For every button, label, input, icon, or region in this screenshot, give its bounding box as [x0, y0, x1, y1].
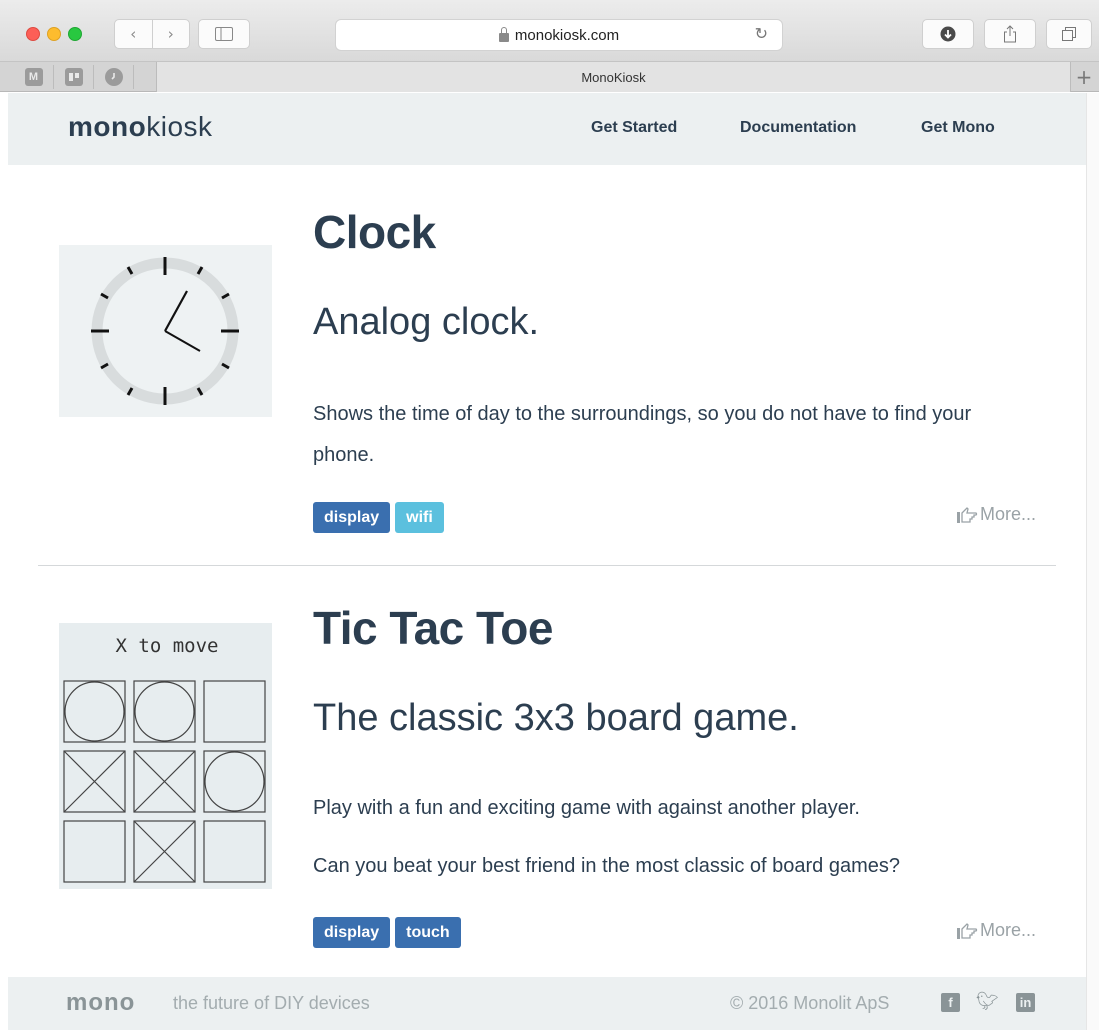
- site-logo[interactable]: monokiosk: [68, 111, 213, 143]
- tabs-overview-icon: [1062, 27, 1076, 41]
- gmail-icon: M: [24, 68, 43, 86]
- board-mark-x: [133, 820, 196, 883]
- tag-touch[interactable]: touch: [395, 917, 461, 948]
- address-url: monokiosk.com: [514, 26, 620, 44]
- board-cell: [63, 820, 126, 883]
- window-minimize-button[interactable]: [47, 27, 61, 41]
- share-button[interactable]: [984, 19, 1036, 49]
- pointing-hand-icon: [956, 922, 978, 939]
- tab-monokiosk[interactable]: MonoKiosk: [156, 62, 1071, 92]
- twitter-icon[interactable]: 🐦︎: [976, 991, 999, 1012]
- downloads-button[interactable]: [922, 19, 974, 49]
- more-label: More...: [979, 504, 1036, 524]
- board-mark-o: [204, 751, 265, 812]
- tag-list: display touch: [313, 917, 461, 948]
- site-navbar: monokiosk Get Started Documentation Get …: [8, 93, 1086, 165]
- app-description: Play with a fun and exciting game with a…: [313, 788, 1033, 887]
- board-mark-o: [64, 681, 125, 742]
- nav-get-started[interactable]: Get Started: [591, 119, 677, 137]
- share-icon: [1004, 25, 1016, 43]
- nav-documentation[interactable]: Documentation: [740, 119, 856, 137]
- footer-copyright: © 2016 Monolit ApS: [730, 993, 890, 1013]
- forward-button[interactable]: ›: [151, 20, 190, 48]
- facebook-icon[interactable]: f: [941, 993, 960, 1012]
- sidebar-icon: [215, 27, 233, 41]
- board-mark-x: [133, 750, 196, 813]
- more-label: More...: [979, 920, 1036, 940]
- pointing-hand-icon: [956, 506, 978, 523]
- download-icon: [940, 26, 956, 42]
- description-paragraph: Shows the time of day to the surrounding…: [313, 403, 972, 466]
- tag-display[interactable]: display: [313, 502, 391, 533]
- app-subtitle: Analog clock.: [313, 301, 540, 343]
- new-tab-button[interactable]: +: [1073, 65, 1095, 89]
- trello-icon: [64, 68, 83, 86]
- pinned-tab-gmail[interactable]: M: [14, 65, 54, 89]
- board-cell: [203, 820, 266, 883]
- app-description: Shows the time of day to the surrounding…: [313, 394, 1033, 476]
- tag-list: display wifi: [313, 502, 444, 533]
- app-subtitle: The classic 3x3 board game.: [313, 697, 799, 739]
- logo-mono: mono: [68, 111, 147, 142]
- more-link[interactable]: More...: [956, 920, 1036, 941]
- back-button[interactable]: ‹: [115, 20, 152, 48]
- window-maximize-button[interactable]: [68, 27, 82, 41]
- site-footer: mono the future of DIY devices © 2016 Mo…: [8, 977, 1086, 1030]
- tag-wifi[interactable]: wifi: [395, 502, 444, 533]
- clock-preview-image: [59, 245, 272, 417]
- address-bar[interactable]: monokiosk.com ↻: [335, 19, 783, 51]
- tictactoe-board-graphic: X to move: [63, 635, 266, 883]
- reload-icon[interactable]: ↻: [755, 24, 768, 43]
- board-cell: [203, 680, 266, 743]
- window-close-button[interactable]: [26, 27, 40, 41]
- board-mark-o: [134, 681, 195, 742]
- tab-bar: M MonoKiosk +: [0, 62, 1099, 92]
- description-paragraph: Can you beat your best friend in the mos…: [313, 855, 900, 877]
- lock-icon: [498, 26, 509, 42]
- tag-display[interactable]: display: [313, 917, 391, 948]
- logo-kiosk: kiosk: [146, 111, 213, 142]
- app-card-tictactoe: X to move Tic Tac Toe The classic 3x3 bo…: [8, 567, 1086, 977]
- tab-title: MonoKiosk: [581, 69, 646, 85]
- board-mark-x: [63, 750, 126, 813]
- footer-tagline: the future of DIY devices: [173, 993, 370, 1013]
- page-scrollbar[interactable]: [1086, 93, 1099, 1030]
- more-link[interactable]: More...: [956, 504, 1036, 525]
- linkedin-icon[interactable]: in: [1016, 993, 1035, 1012]
- footer-logo[interactable]: mono: [66, 989, 135, 1017]
- nav-get-mono[interactable]: Get Mono: [921, 119, 995, 137]
- clock-app-icon: [104, 68, 123, 86]
- app-card-clock: Clock Analog clock. Shows the time of da…: [8, 165, 1086, 565]
- pinned-tab-clock[interactable]: [94, 65, 134, 89]
- board-cell: [203, 750, 266, 813]
- app-title: Tic Tac Toe: [313, 602, 553, 654]
- pinned-tab-trello[interactable]: [54, 65, 94, 89]
- show-tabs-button[interactable]: [1046, 19, 1092, 49]
- sidebar-toggle-button[interactable]: [198, 19, 250, 49]
- history-nav-group: ‹ ›: [114, 19, 190, 49]
- app-title: Clock: [313, 206, 436, 258]
- board-cell: [63, 680, 126, 743]
- card-divider: [38, 565, 1056, 566]
- description-paragraph: Play with a fun and exciting game with a…: [313, 797, 860, 819]
- tictactoe-preview-image: X to move: [59, 623, 272, 889]
- analog-clock-icon: [91, 257, 239, 405]
- board-cell: [133, 680, 196, 743]
- board-status-text: X to move: [116, 635, 219, 657]
- browser-titlebar: ‹ › monokiosk.com ↻: [0, 0, 1099, 62]
